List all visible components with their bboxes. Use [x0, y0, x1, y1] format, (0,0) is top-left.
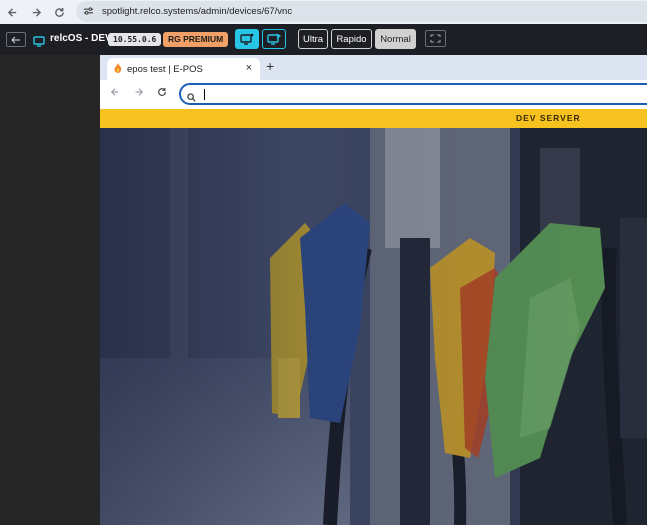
- monitor-icon: [33, 34, 45, 52]
- outer-url-text: spotlight.relco.systems/admin/devices/67…: [102, 6, 293, 17]
- fullscreen-icon: [430, 34, 441, 43]
- quality-ultra-button[interactable]: Ultra: [298, 29, 328, 49]
- remote-nav-bar: [100, 80, 647, 109]
- fuel-pump-background-image: [100, 128, 647, 525]
- screen-mode-button-secondary[interactable]: [262, 29, 286, 49]
- site-settings-icon[interactable]: [83, 3, 94, 21]
- remote-tab-strip: epos test | E-POS × +: [100, 55, 647, 80]
- tab-close-icon[interactable]: ×: [246, 62, 252, 74]
- search-icon: [187, 89, 196, 107]
- quality-rapido-button[interactable]: Rapido: [331, 29, 372, 49]
- outer-browser-bar: spotlight.relco.systems/admin/devices/67…: [0, 0, 647, 24]
- forward-icon[interactable]: [25, 1, 47, 23]
- reload-icon[interactable]: [48, 1, 70, 23]
- screen-mode-button-primary[interactable]: [235, 29, 259, 49]
- ip-badge: 10.55.0.6: [108, 33, 162, 46]
- remote-back-icon[interactable]: [110, 87, 120, 100]
- text-caret: [204, 89, 205, 100]
- left-panel: [0, 55, 100, 525]
- remote-reload-icon[interactable]: [157, 87, 167, 100]
- remote-address-input[interactable]: [179, 83, 647, 105]
- new-tab-button[interactable]: +: [266, 58, 274, 74]
- remote-tab[interactable]: epos test | E-POS ×: [107, 58, 260, 80]
- quality-normal-button[interactable]: Normal: [375, 29, 416, 49]
- remote-forward-icon[interactable]: [134, 87, 144, 100]
- plan-badge: RG PREMIUM: [163, 32, 229, 47]
- back-icon[interactable]: [1, 1, 23, 23]
- banner-text: DEV SERVER: [516, 113, 581, 123]
- device-title: relcOS - DEV: [50, 33, 112, 44]
- fullscreen-button[interactable]: [425, 30, 446, 47]
- vnc-screen[interactable]: epos test | E-POS × + DEV SERVER: [100, 55, 647, 525]
- flame-icon: [114, 60, 122, 78]
- vnc-toolbar: relcOS - DEV 10.55.0.6 RG PREMIUM Ultra …: [0, 24, 647, 55]
- outer-address-bar[interactable]: spotlight.relco.systems/admin/devices/67…: [76, 1, 647, 22]
- dev-server-banner: DEV SERVER: [100, 109, 647, 128]
- remote-tab-title: epos test | E-POS: [127, 63, 203, 75]
- back-button[interactable]: [6, 32, 26, 47]
